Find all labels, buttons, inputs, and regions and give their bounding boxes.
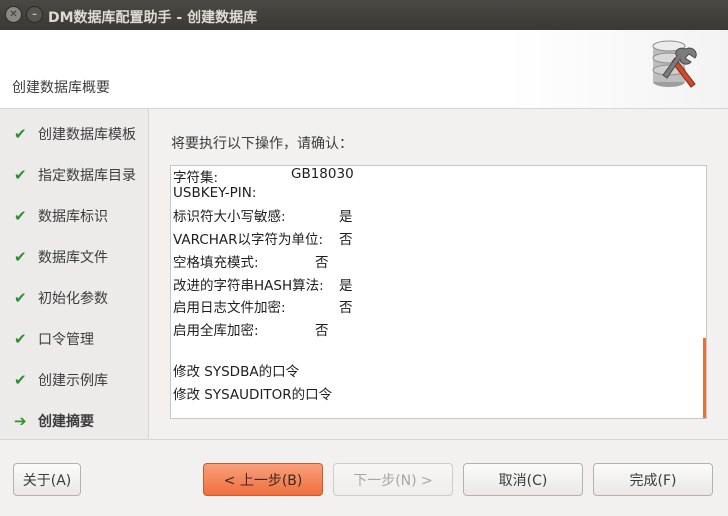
- summary-value: 否: [339, 232, 353, 248]
- step-db-identity: ✔ 数据库标识: [14, 207, 108, 225]
- wizard-header: 创建数据库概要: [0, 30, 728, 109]
- next-button[interactable]: 下一步(N) >: [333, 463, 453, 496]
- summary-label: VARCHAR以字符为单位:: [173, 232, 324, 248]
- scroll-indicator[interactable]: [703, 338, 706, 418]
- wizard-steps-sidebar: ✔ 创建数据库模板 ✔ 指定数据库目录 ✔ 数据库标识 ✔ 数据库文件 ✔ 初始…: [0, 109, 149, 439]
- page-title: 创建数据库概要: [12, 80, 110, 96]
- window-title: DM数据库配置助手 - 创建数据库: [48, 10, 258, 26]
- check-icon: ✔: [14, 371, 27, 389]
- close-icon[interactable]: ✕: [5, 6, 22, 23]
- summary-value: 否: [315, 323, 329, 339]
- summary-value: 是: [339, 209, 353, 225]
- step-db-files: ✔ 数据库文件: [14, 248, 108, 266]
- summary-value: GB18030: [291, 166, 354, 182]
- back-button[interactable]: < 上一步(B): [203, 463, 323, 496]
- step-create-summary: ➔ 创建摘要: [14, 412, 94, 430]
- minimize-icon[interactable]: –: [26, 6, 43, 23]
- step-sample-db: ✔ 创建示例库: [14, 371, 108, 389]
- confirm-prompt: 将要执行以下操作，请确认：: [171, 136, 353, 152]
- summary-action: 修改 SYSDBA的口令: [173, 364, 300, 380]
- summary-value: 否: [315, 255, 329, 271]
- check-icon: ✔: [14, 166, 27, 184]
- window-titlebar: ✕ – DM数据库配置助手 - 创建数据库: [0, 0, 728, 30]
- summary-label: 空格填充模式:: [173, 255, 259, 271]
- summary-label: 字符集:: [173, 170, 219, 186]
- summary-text-area[interactable]: 字符集: GB18030 USBKEY-PIN: 标识符大小写敏感: 是 VAR…: [170, 165, 707, 419]
- step-password-management: ✔ 口令管理: [14, 330, 94, 348]
- check-icon: ✔: [14, 289, 27, 307]
- step-db-directory: ✔ 指定数据库目录: [14, 166, 136, 184]
- step-init-params: ✔ 初始化参数: [14, 289, 108, 307]
- summary-label: 启用日志文件加密:: [173, 300, 286, 316]
- finish-button[interactable]: 完成(F): [593, 463, 713, 496]
- check-icon: ✔: [14, 125, 27, 143]
- summary-value: 否: [339, 300, 353, 316]
- step-create-db-template: ✔ 创建数据库模板: [14, 125, 136, 143]
- summary-action: 修改 SYSAUDITOR的口令: [173, 387, 333, 403]
- check-icon: ✔: [14, 330, 27, 348]
- footer-divider: [0, 439, 728, 440]
- summary-label: 启用全库加密:: [173, 323, 259, 339]
- check-icon: ✔: [14, 207, 27, 225]
- summary-label: 改进的字符串HASH算法:: [173, 278, 324, 294]
- summary-label: 标识符大小写敏感:: [173, 209, 286, 225]
- summary-value: 是: [339, 278, 353, 294]
- database-tools-icon: [652, 40, 697, 88]
- arrow-right-icon: ➔: [14, 412, 27, 430]
- check-icon: ✔: [14, 248, 27, 266]
- cancel-button[interactable]: 取消(C): [463, 463, 583, 496]
- summary-label: USBKEY-PIN:: [173, 185, 257, 201]
- about-button[interactable]: 关于(A): [13, 463, 81, 496]
